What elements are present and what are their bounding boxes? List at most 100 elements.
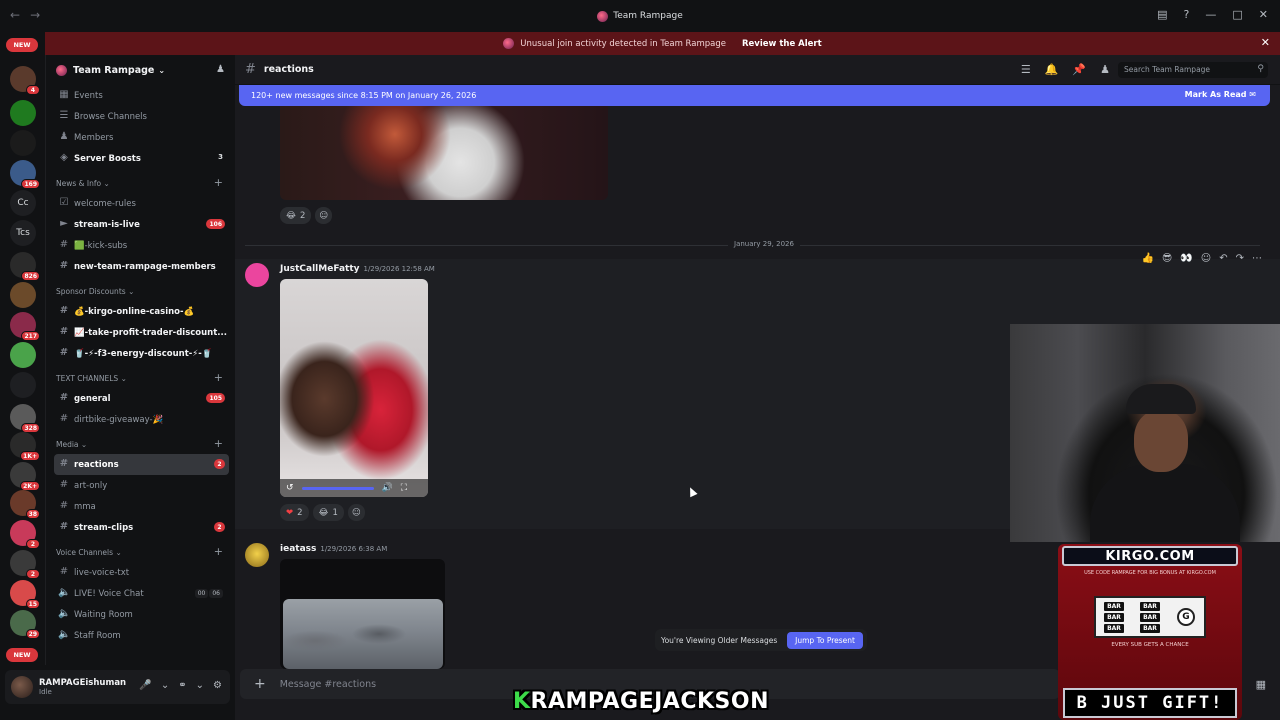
message-actions-toolbar: 👍 😎 👀 ☺ ↶ ↷ ⋯ xyxy=(1141,253,1262,264)
category-voice-channels[interactable]: Voice Channels ⌄ + xyxy=(46,542,235,562)
server-icon[interactable]: 15 xyxy=(10,580,40,609)
settings-gear-icon[interactable]: ⚙ xyxy=(213,680,222,691)
channel-mma[interactable]: # mma xyxy=(54,496,229,517)
new-messages-bar[interactable]: 120+ new messages since 8:15 PM on Janua… xyxy=(239,85,1270,106)
threads-icon[interactable]: ☰ xyxy=(1021,63,1031,76)
close-icon[interactable]: ✕ xyxy=(1261,36,1270,49)
add-user-icon[interactable]: ♟ xyxy=(216,64,225,75)
add-reaction-button[interactable]: ☺ xyxy=(315,207,333,224)
sidebar-item-browse-channels[interactable]: ☰ Browse Channels xyxy=(54,106,229,127)
channel-stream-is-live[interactable]: ► stream-is-live 106 xyxy=(54,214,229,235)
server-icon[interactable]: 38 xyxy=(10,490,40,519)
category-sponsor-discounts[interactable]: Sponsor Discounts ⌄ xyxy=(46,281,235,301)
forward-arrow-icon[interactable]: → xyxy=(30,8,40,22)
plus-icon[interactable]: + xyxy=(214,545,223,558)
server-icon[interactable]: 2K+ xyxy=(10,462,40,491)
forward-icon[interactable]: ↷ xyxy=(1236,253,1244,264)
category-media[interactable]: Media ⌄ + xyxy=(46,434,235,454)
microphone-icon[interactable]: 🎤 xyxy=(139,680,151,691)
emoji-icon[interactable]: 😎 xyxy=(1162,253,1172,264)
thumbs-up-icon[interactable]: 👍 xyxy=(1141,253,1153,264)
back-arrow-icon[interactable]: ← xyxy=(10,8,20,22)
reaction-heart[interactable]: ❤ 2 xyxy=(280,504,309,521)
avatar[interactable] xyxy=(245,543,269,567)
server-icon[interactable]: 2 xyxy=(10,520,40,549)
voice-channel-waiting-room[interactable]: 🔈 Waiting Room xyxy=(54,604,229,625)
add-attachment-icon[interactable]: + xyxy=(254,676,266,692)
message-video[interactable]: ↺ 🔊 ⛶ xyxy=(280,279,428,497)
channel-kirgo-online-casino[interactable]: # 💰-kirgo-online-casino-💰 xyxy=(54,301,229,322)
sidebar-item-members[interactable]: ♟ Members xyxy=(54,127,229,148)
search-input[interactable]: Search Team Rampage ⚲ xyxy=(1118,62,1268,78)
eyes-icon[interactable]: 👀 xyxy=(1180,253,1192,264)
message-image[interactable] xyxy=(280,106,608,200)
avatar[interactable] xyxy=(245,263,269,287)
category-news-info[interactable]: News & Info ⌄ + xyxy=(46,173,235,193)
voice-channel-staff-room[interactable]: 🔈 Staff Room xyxy=(54,625,229,646)
server-icon[interactable] xyxy=(10,130,36,156)
sidebar-item-server-boosts[interactable]: ◈ Server Boosts 3 xyxy=(54,148,229,169)
plus-icon[interactable]: + xyxy=(214,176,223,189)
minimize-icon[interactable]: — xyxy=(1205,8,1216,21)
channel-new-team-rampage-members[interactable]: # new-team-rampage-members xyxy=(54,256,229,277)
fullscreen-icon[interactable]: ⛶ xyxy=(401,483,407,493)
server-icon[interactable]: 328 xyxy=(10,404,40,433)
avatar[interactable] xyxy=(11,676,33,698)
server-icon[interactable] xyxy=(10,282,36,308)
server-icon[interactable]: Tcs xyxy=(10,220,36,246)
jump-to-present-button[interactable]: Jump To Present xyxy=(787,631,863,649)
replay-icon[interactable]: ↺ xyxy=(286,483,294,493)
voice-channel-live-voice-chat[interactable]: 🔈 LIVE! Voice Chat 00 06 xyxy=(54,583,229,604)
channel-live-voice-txt[interactable]: # live-voice-txt xyxy=(54,562,229,583)
plus-icon[interactable]: + xyxy=(214,437,223,450)
new-unreads-pill[interactable]: NEW xyxy=(6,648,38,662)
maximize-icon[interactable]: □ xyxy=(1232,8,1242,21)
server-icon[interactable] xyxy=(10,342,36,368)
review-alert-link[interactable]: Review the Alert xyxy=(742,39,822,49)
category-text-channels[interactable]: TEXT CHANNELS ⌄ + xyxy=(46,368,235,388)
server-header[interactable]: Team Rampage ⌄ ♟ xyxy=(46,55,235,85)
volume-icon[interactable]: 🔊 xyxy=(382,483,393,493)
server-icon[interactable]: Cc xyxy=(10,190,36,216)
chevron-down-icon[interactable]: ⌄ xyxy=(161,680,169,691)
headphones-icon[interactable]: ⚭ xyxy=(178,680,186,691)
channel-take-profit-trader[interactable]: # 📈-take-profit-trader-discount... xyxy=(54,322,229,343)
reply-icon[interactable]: ↶ xyxy=(1219,253,1227,264)
member-list-icon[interactable]: ♟ xyxy=(1100,63,1110,76)
server-icon[interactable]: 217 xyxy=(10,312,40,341)
apps-grid-icon[interactable]: ▦ xyxy=(1256,678,1266,691)
video-progress-bar[interactable] xyxy=(301,486,374,490)
server-icon[interactable]: 4 xyxy=(10,66,40,95)
close-icon[interactable]: ✕ xyxy=(1259,8,1268,21)
inbox-icon[interactable]: ▤ xyxy=(1157,8,1167,21)
reaction-laugh[interactable]: 😂 1 xyxy=(312,504,344,521)
channel-stream-clips[interactable]: # stream-clips 2 xyxy=(54,517,229,538)
plus-icon[interactable]: + xyxy=(214,371,223,384)
server-icon[interactable]: 29 xyxy=(10,610,40,639)
add-reaction-icon[interactable]: ☺ xyxy=(1201,253,1211,264)
channel-dirtbike-giveaway[interactable]: # dirtbike-giveaway-🎉 xyxy=(54,409,229,430)
channel-reactions[interactable]: # reactions 2 xyxy=(54,454,229,475)
server-icon[interactable]: 826 xyxy=(10,252,40,281)
message-image[interactable] xyxy=(280,559,445,669)
help-icon[interactable]: ? xyxy=(1184,8,1190,21)
server-icon[interactable]: 2 xyxy=(10,550,40,579)
channel-general[interactable]: # general 105 xyxy=(54,388,229,409)
channel-f3-energy-discount[interactable]: # 🥤-⚡-f3-energy-discount-⚡-🥤 xyxy=(54,343,229,364)
server-icon[interactable] xyxy=(10,372,36,398)
mark-as-read-button[interactable]: Mark As Read ✉ xyxy=(1185,90,1256,99)
reaction-laugh[interactable]: 😂 2 xyxy=(280,207,312,224)
sidebar-item-events[interactable]: ▦ Events xyxy=(54,85,229,106)
channel-welcome-rules[interactable]: ☑ welcome-rules xyxy=(54,193,229,214)
channel-art-only[interactable]: # art-only xyxy=(54,475,229,496)
server-icon[interactable] xyxy=(10,100,36,126)
server-icon[interactable]: 1K+ xyxy=(10,432,40,461)
pin-icon[interactable]: 📌 xyxy=(1072,63,1086,76)
new-unreads-pill[interactable]: NEW xyxy=(6,38,38,52)
notification-bell-icon[interactable]: 🔔 xyxy=(1045,63,1059,76)
chevron-down-icon[interactable]: ⌄ xyxy=(196,680,204,691)
add-reaction-button[interactable]: ☺ xyxy=(347,504,365,521)
channel-kick-subs[interactable]: # 🟩-kick-subs xyxy=(54,235,229,256)
more-icon[interactable]: ⋯ xyxy=(1252,253,1262,264)
server-icon[interactable]: 169 xyxy=(10,160,40,189)
